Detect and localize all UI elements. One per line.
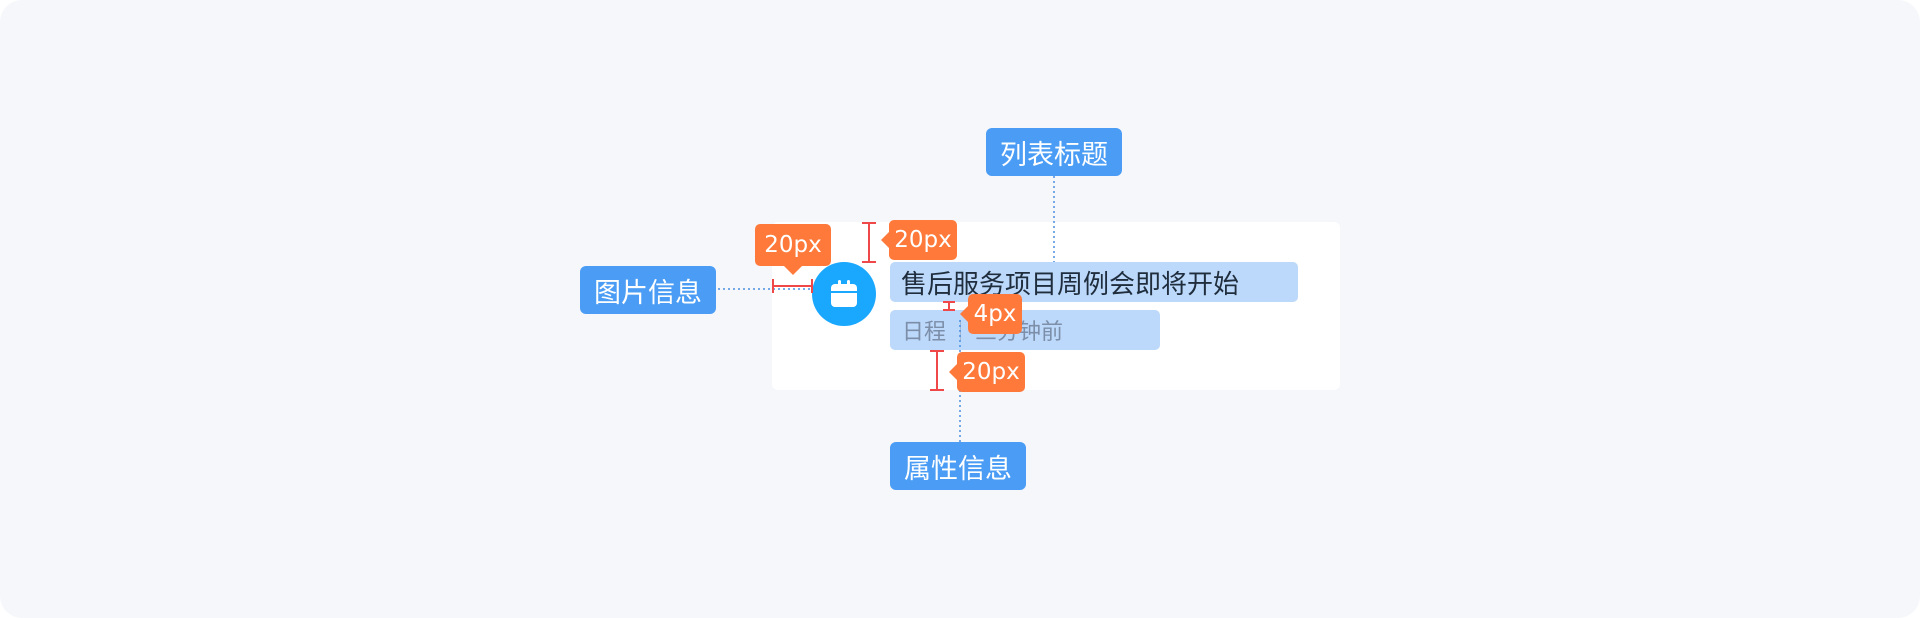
left-padding-marker bbox=[772, 279, 813, 293]
spec-canvas: 售后服务项目周例会即将开始 日程 三分钟前 bbox=[0, 0, 1920, 618]
tag-left-padding-text: 20px bbox=[764, 232, 822, 258]
label-image-info: 图片信息 bbox=[580, 266, 716, 314]
bottom-padding-marker bbox=[930, 350, 944, 391]
tag-bottom-padding-text: 20px bbox=[962, 359, 1020, 385]
tag-top-padding: 20px bbox=[881, 220, 957, 260]
top-padding-marker bbox=[862, 222, 876, 263]
tag-line-gap: 4px bbox=[960, 294, 1022, 334]
tag-line-gap-text: 4px bbox=[973, 301, 1017, 327]
label-attr-info: 属性信息 bbox=[890, 442, 1026, 490]
tag-left-padding: 20px bbox=[755, 224, 831, 275]
tag-bottom-padding: 20px bbox=[949, 352, 1025, 392]
line-gap-marker bbox=[943, 301, 955, 311]
tag-top-padding-text: 20px bbox=[894, 227, 952, 253]
label-list-title: 列表标题 bbox=[986, 128, 1122, 176]
